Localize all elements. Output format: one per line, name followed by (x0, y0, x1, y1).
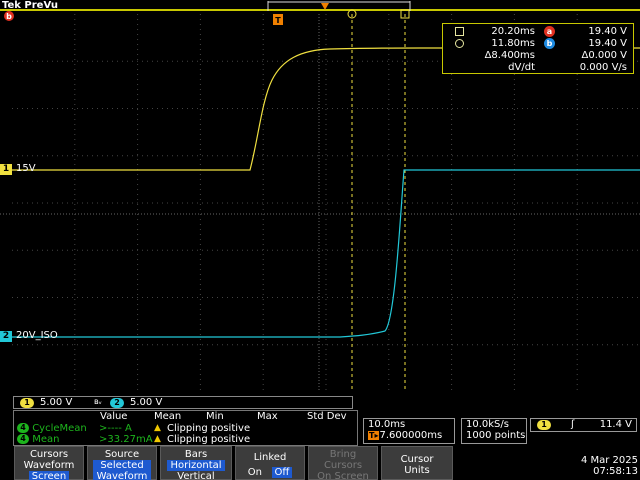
meas-header-stddev: Std Dev (307, 411, 347, 422)
bars-button[interactable]: Bars Horizontal Vertical (160, 446, 232, 480)
ch2-scale-badge: 2 (110, 398, 124, 408)
acquisition-panel[interactable]: 10.0kS/s 1000 points (461, 418, 527, 444)
meas-row[interactable]: 4 CycleMean >---- A ▲ Clipping positive (17, 423, 250, 434)
cursor-a-badge: a (544, 26, 555, 37)
cursor-units-label-1: Cursor (400, 454, 434, 465)
b-marker-label: b (6, 12, 12, 21)
rising-edge-icon: ʃ (571, 419, 575, 430)
trigger-source-badge: 1 (537, 420, 551, 430)
trigger-delay-icon: T▸ (368, 431, 380, 440)
linked-label: Linked (253, 452, 287, 463)
meas-status: Clipping positive (167, 423, 251, 434)
trigger-marker-label: T (275, 16, 281, 25)
meas-header-max: Max (257, 411, 278, 422)
horizontal-scale: 10.0ms (368, 419, 406, 430)
meas-source-badge: 4 (17, 434, 29, 444)
warning-icon: ▲ (154, 434, 161, 444)
record-bar (0, 9, 640, 11)
cursor-b-value: 19.40 V (588, 38, 627, 49)
trigger-position-icon (321, 3, 329, 10)
meas-row[interactable]: 4 Mean >33.27mA ▲ Clipping positive (17, 434, 250, 445)
meas-header-mean: Mean (154, 411, 182, 422)
cursor-readout: 20.20ms a 19.40 V 11.80ms b 19.40 V Δ8.4… (442, 23, 634, 74)
ch2-label: 20V_ISO (16, 330, 58, 341)
dvdt-label: dV/dt (508, 62, 535, 73)
linked-on-option: On (247, 467, 262, 478)
warning-icon: ▲ (154, 423, 161, 433)
meas-header-min: Min (206, 411, 224, 422)
cursors-mode-button[interactable]: Cursors Waveform Screen (14, 446, 84, 480)
meas-name: CycleMean (32, 423, 87, 434)
delta-value: Δ0.000 V (581, 50, 628, 61)
meas-value: >33.27mA (99, 434, 153, 445)
ch1-scale-value: 5.00 V (40, 397, 73, 408)
meas-name: Mean (32, 434, 60, 445)
trigger-level: 11.4 V (599, 419, 632, 430)
ch1-label: 15V (16, 163, 36, 174)
vertical-scale-bar[interactable]: 1 5.00 V ʙᵥ 2 5.00 V (13, 396, 353, 409)
trigger-panel[interactable]: 1 ʃ 11.4 V (530, 418, 637, 432)
bring-cursors-label: Cursors (323, 460, 363, 471)
source-button[interactable]: Source Selected Waveform (87, 446, 157, 480)
ch2-marker[interactable]: 2 (0, 331, 12, 342)
source-label: Source (104, 449, 140, 460)
circle-cursor-icon (455, 39, 464, 48)
bandwidth-icon: ʙᵥ (94, 397, 102, 406)
dvdt-value: 0.000 V/s (579, 62, 627, 73)
delta-time: Δ8.400ms (484, 50, 535, 61)
square-cursor-icon (455, 27, 464, 36)
bars-vertical-option: Vertical (177, 471, 215, 480)
linked-button[interactable]: Linked On Off (235, 446, 305, 480)
ch1-marker[interactable]: 1 (0, 164, 12, 175)
source-value-line1: Selected (93, 460, 151, 471)
bring-cursors-on-screen-button[interactable]: Bring Cursors On Screen (308, 446, 378, 480)
bring-on-screen-label: On Screen (317, 471, 369, 480)
date-time: 4 Mar 2025 07:58:13 (560, 455, 638, 477)
cursor-b-time: 11.80ms (491, 38, 535, 49)
timebase-panel[interactable]: 10.0ms T▸7.600000ms (363, 418, 455, 444)
horizontal-position: 7.600000ms (379, 430, 443, 441)
time: 07:58:13 (593, 466, 638, 477)
cursors-waveform-option: Waveform (23, 460, 75, 471)
ch2-waveform (12, 169, 640, 338)
ch2-scale-value: 5.00 V (130, 397, 163, 408)
cursor-b-badge: b (544, 38, 555, 49)
linked-off-option: Off (271, 467, 293, 478)
ch1-scale-badge: 1 (20, 398, 34, 408)
meas-value: >---- A (99, 423, 132, 434)
cursor-a-time: 20.20ms (491, 26, 535, 37)
bars-label: Bars (184, 449, 208, 460)
bring-label: Bring (329, 449, 357, 460)
meas-source-badge: 4 (17, 423, 29, 433)
bars-horizontal-option: Horizontal (167, 460, 225, 471)
date: 4 Mar 2025 (580, 455, 638, 466)
record-length: 1000 points (466, 430, 526, 441)
meas-header-value: Value (100, 411, 128, 422)
meas-status: Clipping positive (167, 434, 251, 445)
cursor-units-label-2: Units (404, 465, 430, 476)
cursor-a-value: 19.40 V (588, 26, 627, 37)
sample-rate: 10.0kS/s (466, 419, 509, 430)
cursors-label: Cursors (29, 449, 69, 460)
source-value-line2: Waveform (93, 471, 151, 480)
cursors-screen-option: Screen (28, 471, 70, 480)
measurements-panel: Value Mean Min Max Std Dev 4 CycleMean >… (13, 410, 358, 446)
app-title: Tek PreVu (2, 0, 58, 11)
cursor-units-button[interactable]: Cursor Units (381, 446, 453, 480)
